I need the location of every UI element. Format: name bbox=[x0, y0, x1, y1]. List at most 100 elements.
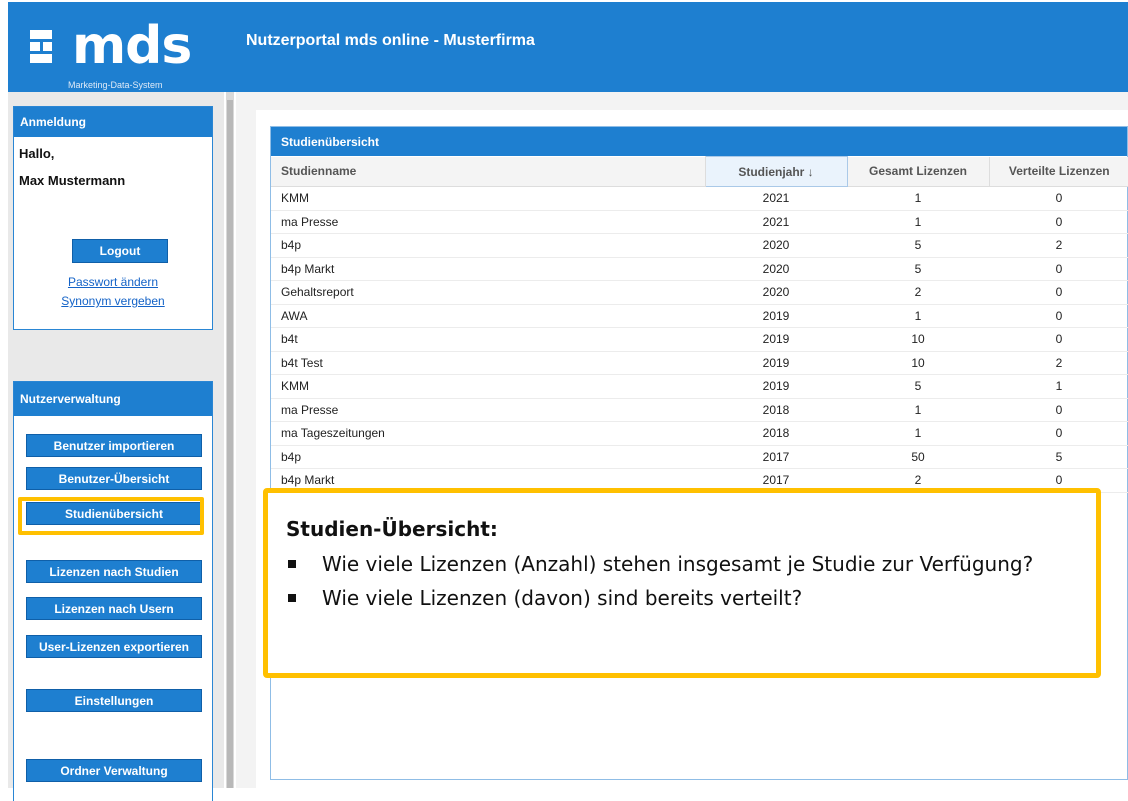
cell-study-name: KMM bbox=[271, 186, 705, 211]
folder-management-button[interactable]: Ordner Verwaltung bbox=[26, 759, 202, 782]
study-table: Studienname Studienjahr ↓ Gesamt Lizenze… bbox=[271, 156, 1128, 493]
callout-bullet: Wie viele Lizenzen (davon) sind bereits … bbox=[286, 583, 1076, 613]
table-row[interactable]: ma Presse 2018 1 0 bbox=[271, 398, 1128, 422]
app-header: mds Marketing-Data-System Nutzerportal m… bbox=[8, 2, 1128, 92]
cell-study-year: 2020 bbox=[705, 280, 847, 305]
study-overview-title: Studienübersicht bbox=[271, 127, 1127, 156]
admin-panel-title: Nutzerverwaltung bbox=[14, 382, 212, 416]
change-password-link[interactable]: Passwort ändern bbox=[14, 275, 212, 289]
cell-total-licenses: 2 bbox=[847, 280, 989, 305]
cell-study-name: Gehaltsreport bbox=[271, 280, 705, 305]
table-row[interactable]: b4p 2020 5 2 bbox=[271, 233, 1128, 258]
cell-total-licenses: 5 bbox=[847, 257, 989, 281]
cell-distributed-licenses: 0 bbox=[989, 398, 1128, 422]
col-header-study-year[interactable]: Studienjahr ↓ bbox=[704, 156, 848, 187]
col-header-distributed-licenses[interactable]: Verteilte Lizenzen bbox=[989, 156, 1128, 187]
cell-distributed-licenses: 1 bbox=[989, 374, 1128, 399]
users-overview-button[interactable]: Benutzer-Übersicht bbox=[26, 467, 202, 490]
logo-mark-icon bbox=[30, 30, 52, 63]
cell-total-licenses: 1 bbox=[847, 210, 989, 234]
login-panel-title: Anmeldung bbox=[14, 107, 212, 137]
table-row[interactable]: KMM 2021 1 0 bbox=[271, 186, 1128, 211]
cell-study-year: 2019 bbox=[705, 327, 847, 352]
cell-total-licenses: 5 bbox=[847, 233, 989, 258]
cell-study-name: AWA bbox=[271, 304, 705, 328]
bullet-icon bbox=[288, 594, 296, 602]
cell-study-name: ma Presse bbox=[271, 210, 705, 234]
cell-study-year: 2018 bbox=[705, 421, 847, 446]
callout-bullet-text: Wie viele Lizenzen (davon) sind bereits … bbox=[322, 586, 803, 610]
logout-button[interactable]: Logout bbox=[72, 239, 168, 263]
app-title: Nutzerportal mds online - Musterfirma bbox=[246, 32, 535, 49]
admin-panel: Nutzerverwaltung Benutzer importieren Be… bbox=[13, 381, 213, 801]
sidebar: Anmeldung Hallo, Max Mustermann Logout P… bbox=[8, 92, 224, 801]
cell-distributed-licenses: 2 bbox=[989, 351, 1128, 375]
table-row[interactable]: KMM 2019 5 1 bbox=[271, 374, 1128, 399]
cell-total-licenses: 1 bbox=[847, 421, 989, 446]
cell-distributed-licenses: 2 bbox=[989, 233, 1128, 258]
user-name: Max Mustermann bbox=[19, 173, 126, 188]
settings-button[interactable]: Einstellungen bbox=[26, 689, 202, 712]
callout-bullet: Wie viele Lizenzen (Anzahl) stehen insge… bbox=[286, 549, 1076, 579]
mds-logo: mds Marketing-Data-System bbox=[30, 16, 200, 92]
cell-total-licenses: 1 bbox=[847, 304, 989, 328]
table-row[interactable]: ma Tageszeitungen 2018 1 0 bbox=[271, 421, 1128, 446]
cell-total-licenses: 10 bbox=[847, 351, 989, 375]
cell-study-name: ma Tageszeitungen bbox=[271, 421, 705, 446]
cell-total-licenses: 1 bbox=[847, 398, 989, 422]
table-row[interactable]: b4t 2019 10 0 bbox=[271, 327, 1128, 352]
cell-study-year: 2018 bbox=[705, 398, 847, 422]
cell-distributed-licenses: 0 bbox=[989, 186, 1128, 211]
logo-text: mds bbox=[72, 16, 192, 76]
cell-study-name: b4p Markt bbox=[271, 257, 705, 281]
export-user-licenses-button[interactable]: User-Lizenzen exportieren bbox=[26, 635, 202, 658]
callout-bullet-text: Wie viele Lizenzen (Anzahl) stehen insge… bbox=[322, 552, 1034, 576]
table-row[interactable]: ma Presse 2021 1 0 bbox=[271, 210, 1128, 234]
cell-total-licenses: 5 bbox=[847, 374, 989, 399]
cell-distributed-licenses: 0 bbox=[989, 257, 1128, 281]
cell-study-name: ma Presse bbox=[271, 398, 705, 422]
assign-synonym-link[interactable]: Synonym vergeben bbox=[14, 294, 212, 308]
col-header-study-name[interactable]: Studienname bbox=[271, 156, 706, 187]
cell-study-name: b4p bbox=[271, 233, 705, 258]
import-users-button[interactable]: Benutzer importieren bbox=[26, 434, 202, 457]
cell-study-name: b4t Test bbox=[271, 351, 705, 375]
greeting: Hallo, bbox=[19, 146, 55, 161]
logo-subtitle: Marketing-Data-System bbox=[68, 80, 163, 90]
cell-study-year: 2019 bbox=[705, 304, 847, 328]
callout-title: Studien-Übersicht: bbox=[286, 517, 498, 541]
cell-study-year: 2019 bbox=[705, 351, 847, 375]
cell-distributed-licenses: 5 bbox=[989, 445, 1128, 469]
table-row[interactable]: Gehaltsreport 2020 2 0 bbox=[271, 280, 1128, 305]
table-row[interactable]: b4p 2017 50 5 bbox=[271, 445, 1128, 469]
cell-study-year: 2020 bbox=[705, 233, 847, 258]
licenses-by-user-button[interactable]: Lizenzen nach Usern bbox=[26, 597, 202, 620]
bullet-icon bbox=[288, 560, 296, 568]
cell-distributed-licenses: 0 bbox=[989, 304, 1128, 328]
cell-study-name: b4p bbox=[271, 445, 705, 469]
study-overview-highlight bbox=[18, 497, 204, 535]
cell-total-licenses: 10 bbox=[847, 327, 989, 352]
cell-study-year: 2021 bbox=[705, 210, 847, 234]
login-panel: Anmeldung Hallo, Max Mustermann Logout P… bbox=[13, 106, 213, 330]
table-row[interactable]: b4p Markt 2020 5 0 bbox=[271, 257, 1128, 281]
cell-study-name: KMM bbox=[271, 374, 705, 399]
cell-total-licenses: 1 bbox=[847, 186, 989, 211]
cell-study-name: b4t bbox=[271, 327, 705, 352]
cell-distributed-licenses: 0 bbox=[989, 327, 1128, 352]
sidebar-scrollbar-thumb[interactable] bbox=[227, 100, 233, 788]
cell-study-year: 2021 bbox=[705, 186, 847, 211]
cell-total-licenses: 50 bbox=[847, 445, 989, 469]
cell-study-year: 2019 bbox=[705, 374, 847, 399]
cell-distributed-licenses: 0 bbox=[989, 421, 1128, 446]
callout-box: Studien-Übersicht: Wie viele Lizenzen (A… bbox=[263, 488, 1101, 678]
cell-distributed-licenses: 0 bbox=[989, 210, 1128, 234]
cell-study-year: 2020 bbox=[705, 257, 847, 281]
cell-study-year: 2017 bbox=[705, 445, 847, 469]
study-overview-panel: Studienübersicht Studienname Studienjahr… bbox=[270, 126, 1128, 780]
table-row[interactable]: b4t Test 2019 10 2 bbox=[271, 351, 1128, 375]
table-row[interactable]: AWA 2019 1 0 bbox=[271, 304, 1128, 328]
cell-distributed-licenses: 0 bbox=[989, 280, 1128, 305]
col-header-total-licenses[interactable]: Gesamt Lizenzen bbox=[847, 156, 990, 187]
licenses-by-study-button[interactable]: Lizenzen nach Studien bbox=[26, 560, 202, 583]
